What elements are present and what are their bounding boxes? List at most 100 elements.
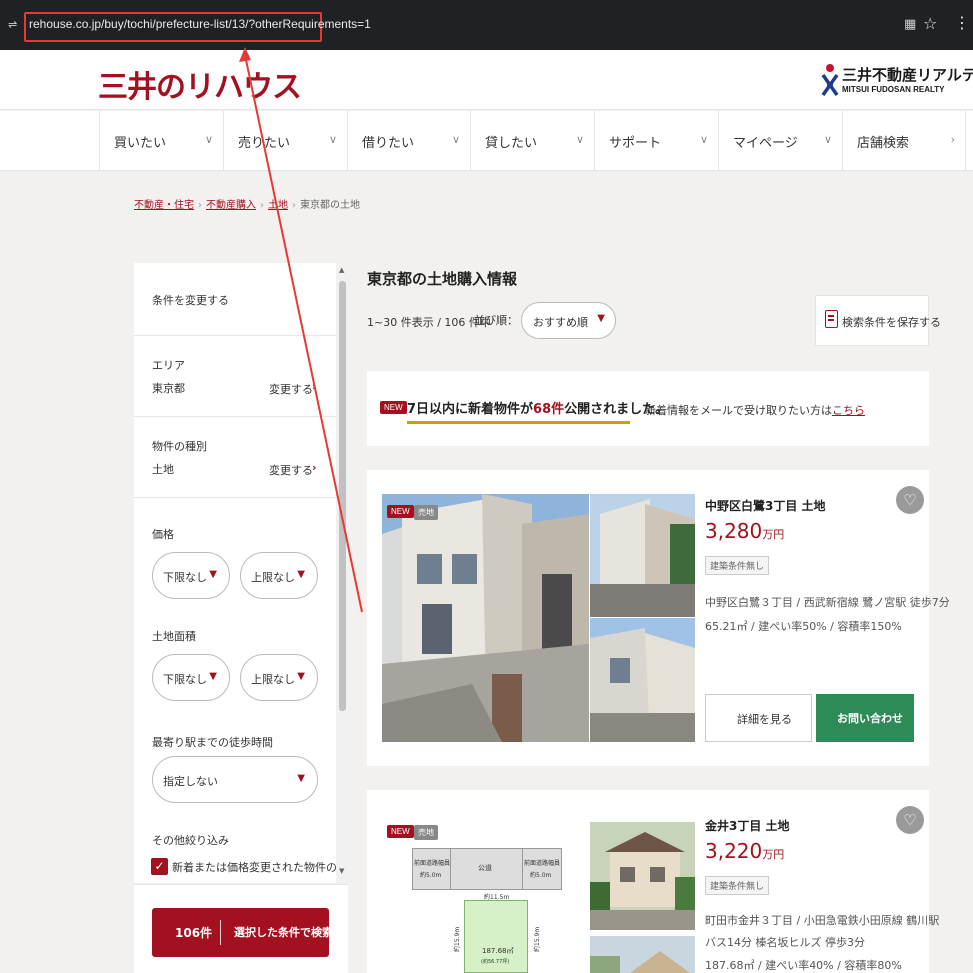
other-filter-label: その他絞り込み [152, 834, 229, 847]
detail-button[interactable]: 詳細を見る [705, 694, 812, 742]
type-label: 物件の種別 [152, 440, 207, 453]
document-icon [825, 310, 838, 328]
mail-notice-text: 新着情報をメールで受け取りたい方は [645, 404, 832, 417]
nav-label: サポート [609, 136, 662, 151]
listing-address: 町田市金井３丁目 / 小田急電鉄小田原線 鶴川駅 [705, 914, 940, 927]
listing-title[interactable]: 中野区白鷺3丁目 土地 [705, 497, 826, 514]
nav-item-sell[interactable]: 売りたい ∨ [223, 111, 347, 171]
chevron-down-icon: ∨ [328, 133, 337, 146]
dropdown-triangle-icon: ▼ [209, 671, 217, 682]
inquiry-button[interactable]: お問い合わせ [816, 694, 914, 742]
scroll-thumb[interactable] [339, 281, 346, 711]
type-badge: 売地 [414, 825, 438, 840]
plan-area-tsubo: (約56.77坪) [481, 959, 510, 965]
breadcrumb-separator: › [198, 200, 202, 211]
chevron-right-icon: › [312, 380, 317, 393]
breadcrumb: 不動産・住宅 › 不動産購入 › 土地 › 東京都の土地 [134, 196, 360, 211]
house-photo-image [382, 494, 589, 742]
area-value: 東京都 [152, 382, 185, 395]
favorite-heart-icon[interactable]: ♡ [896, 486, 924, 514]
listing-price: 3,220万円 [705, 839, 784, 863]
listing-card[interactable]: NEW 売地 中野区白鷺3丁目 土地 3,280万円 建築条件無し 中野区白鷺３… [367, 470, 950, 766]
price-max-value: 上限なし [251, 571, 295, 584]
area-section[interactable]: エリア 東京都 変更する › [134, 336, 336, 417]
listing-address: 中野区白鷺３丁目 / 西武新宿線 鷺ノ宮駅 徒歩7分 [705, 596, 950, 609]
listing-sub-photo[interactable] [590, 822, 695, 930]
save-search-button[interactable]: 検索条件を保存する [815, 295, 941, 346]
listing-title[interactable]: 金井3丁目 土地 [705, 817, 790, 834]
nav-item-buy[interactable]: 買いたい ∨ [99, 111, 223, 171]
mitsui-fudosan-logo[interactable]: 三井不動産リアルティ MITSUI FUDOSAN REALTY [820, 63, 973, 99]
listing-sub-photo[interactable] [590, 936, 695, 973]
listing-sub-photo[interactable] [590, 618, 695, 742]
nav-item-store-search[interactable]: 店舗検索 › [842, 111, 966, 171]
type-value: 土地 [152, 463, 174, 476]
partner-logo-en: MITSUI FUDOSAN REALTY [842, 85, 945, 94]
land-area-min-select[interactable]: 下限なし ▼ [152, 654, 230, 701]
new-only-checkbox[interactable]: ✓ [151, 858, 168, 875]
listing-spec: 65.21㎡ / 建ぺい率50% / 容積率150% [705, 620, 902, 633]
nav-item-support[interactable]: サポート ∨ [594, 111, 718, 171]
plan-label: 前面道路幅員 [524, 860, 561, 867]
area-change-link[interactable]: 変更する [269, 381, 313, 397]
browser-menu-icon[interactable]: ⋮ [954, 13, 970, 32]
sidebar-scrollbar[interactable]: ▲ ▼ [336, 263, 348, 883]
plan-label: 約5.0m [420, 872, 442, 879]
plan-label: 約15.9m [454, 926, 461, 952]
house-photo-image [590, 936, 695, 973]
walk-time-select[interactable]: 指定しない ▼ [152, 756, 318, 803]
notice-text-pre: 7日以内に新着物件が [407, 402, 534, 417]
listing-main-photo[interactable] [382, 494, 589, 742]
listing-spec: 187.68㎡ / 建ぺい率40% / 容積率80% [705, 959, 902, 972]
chevron-down-icon: ∨ [699, 133, 708, 146]
land-plan-diagram[interactable]: 前面道路幅員 約5.0m 公道 前面道路幅員 約5.0m 約11.5m 187.… [412, 848, 562, 973]
nav-item-rent[interactable]: 借りたい ∨ [347, 111, 470, 171]
sort-label: 並び順： [474, 314, 518, 327]
price-min-select[interactable]: 下限なし ▼ [152, 552, 230, 599]
breadcrumb-link[interactable]: 不動産・住宅 [134, 200, 194, 211]
notice-underline [407, 421, 630, 424]
dropdown-triangle-icon: ▼ [297, 671, 305, 682]
plan-label: 約15.9m [534, 926, 541, 952]
address-bar[interactable]: rehouse.co.jp/buy/tochi/prefecture-list/… [29, 17, 371, 31]
scroll-down-icon[interactable]: ▼ [339, 867, 344, 875]
type-change-link[interactable]: 変更する [269, 462, 313, 478]
house-photo-image [590, 822, 695, 930]
breadcrumb-link[interactable]: 不動産購入 [206, 200, 256, 211]
nav-item-mypage[interactable]: マイページ ∨ [718, 111, 842, 171]
sort-value: おすすめ順 [533, 316, 588, 329]
type-section[interactable]: 物件の種別 土地 変更する › [134, 417, 336, 498]
nav-label: 借りたい [362, 136, 415, 151]
search-button[interactable]: 106件 選択した条件で検索 [152, 908, 333, 957]
bookmark-star-icon[interactable]: ☆ [923, 14, 937, 33]
listing-card[interactable]: NEW 売地 前面道路幅員 約5.0m 公道 前面道路幅員 約5.0m 約11.… [367, 790, 939, 973]
new-listings-notice: NEW 7日以内に新着物件が68件公開されました。 新着情報をメールで受け取りた… [367, 371, 929, 446]
notice-count: 68件 [533, 402, 565, 417]
nav-item-lease[interactable]: 貸したい ∨ [470, 111, 594, 171]
chevron-down-icon: ∨ [575, 133, 584, 146]
notice-headline: 7日以内に新着物件が68件公開されました。 [407, 398, 668, 417]
price-max-select[interactable]: 上限なし ▼ [240, 552, 318, 599]
dropdown-triangle-icon: ▼ [597, 313, 605, 324]
new-only-checkbox-label[interactable]: 新着または価格変更された物件のみ [172, 859, 348, 875]
listing-price: 3,280万円 [705, 519, 784, 543]
scroll-up-icon[interactable]: ▲ [339, 266, 344, 274]
rehouse-logo[interactable]: 三井のリハウス [98, 62, 302, 106]
price-value: 3,280 [705, 519, 763, 543]
plan-divider [450, 848, 451, 890]
sort-select[interactable]: おすすめ順 ▼ [521, 302, 616, 339]
breadcrumb-separator: › [260, 200, 264, 211]
browser-toolbar: ⇌ rehouse.co.jp/buy/tochi/prefecture-lis… [0, 0, 973, 50]
new-badge: NEW [387, 825, 414, 838]
favorite-heart-icon[interactable]: ♡ [896, 806, 924, 834]
site-info-icon[interactable]: ⇌ [8, 18, 17, 31]
listing-sub-photo[interactable] [590, 494, 695, 617]
type-badge: 売地 [414, 505, 438, 520]
land-area-max-select[interactable]: 上限なし ▼ [240, 654, 318, 701]
price-unit: 万円 [762, 528, 785, 541]
site-header: 三井のリハウス 三井不動産リアルティ MITSUI FUDOSAN REALTY [0, 50, 973, 110]
mail-signup-link[interactable]: こちら [832, 404, 865, 417]
nav-label: 売りたい [238, 136, 291, 151]
qr-code-icon[interactable]: ▦ [904, 17, 916, 32]
breadcrumb-link[interactable]: 土地 [268, 200, 288, 211]
